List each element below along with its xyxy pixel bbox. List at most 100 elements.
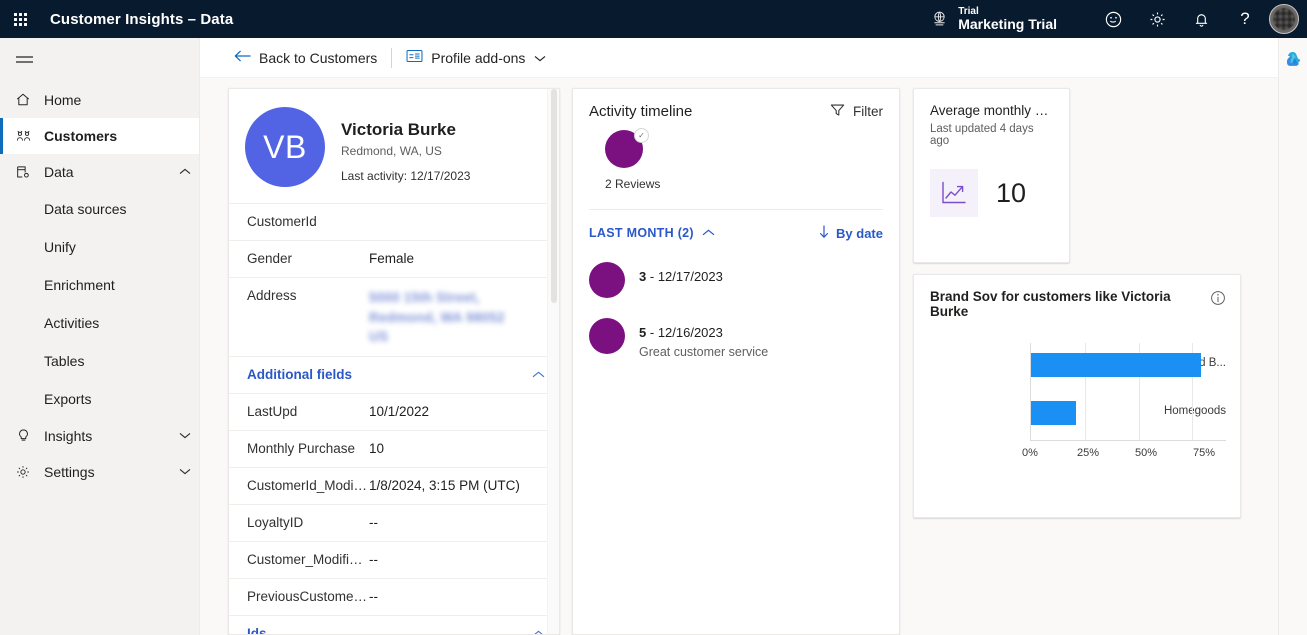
field-row: LastUpd 10/1/2022 — [229, 393, 559, 430]
field-row: CustomerId — [229, 203, 559, 240]
field-row: CustomerId_Modifie... 1/8/2024, 3:15 PM … — [229, 467, 559, 504]
sidebar-subitem-activities[interactable]: Activities — [0, 304, 199, 342]
feedback-smiley-icon[interactable] — [1091, 0, 1135, 38]
chart-header: Brand Sov for customers like Victoria Bu… — [930, 289, 1226, 319]
sidebar-subitem-label: Enrichment — [44, 277, 115, 293]
chart-bar-row — [1031, 401, 1218, 425]
kpi-value: 10 — [996, 178, 1026, 209]
profile-addons-label: Profile add-ons — [431, 50, 525, 66]
hamburger-icon[interactable] — [0, 38, 48, 82]
right-rail — [1278, 38, 1307, 635]
sidebar-subitem-label: Data sources — [44, 201, 126, 217]
timeline-summary[interactable]: ✓ 2 Reviews — [589, 120, 883, 195]
sidebar-item-label: Customers — [44, 128, 199, 144]
sidebar-subitem-enrichment[interactable]: Enrichment — [0, 266, 199, 304]
kpi-title: Average monthly pu... — [930, 103, 1055, 118]
info-icon[interactable] — [1210, 290, 1226, 311]
chevron-up-icon[interactable] — [171, 168, 199, 176]
gear-icon[interactable] — [1135, 0, 1179, 38]
sidebar-subitem-data-sources[interactable]: Data sources — [0, 190, 199, 228]
arrow-left-icon — [234, 49, 251, 66]
timeline-entry[interactable]: 3 - 12/17/2023 — [589, 252, 883, 308]
field-row: PreviousCustomerId -- — [229, 578, 559, 615]
customer-profile-card: VB Victoria Burke Redmond, WA, US Last a… — [228, 88, 560, 635]
profile-card-scrollbar[interactable] — [547, 89, 559, 634]
brand-sov-chart-card: Brand Sov for customers like Victoria Bu… — [913, 274, 1241, 518]
field-key: CustomerId — [247, 214, 369, 229]
chevron-down-icon[interactable] — [171, 468, 199, 476]
section-additional-fields[interactable]: Additional fields — [229, 356, 559, 393]
chart-plot-area — [1030, 343, 1218, 441]
sidebar-subitem-label: Tables — [44, 353, 84, 369]
header-actions: Trial Marketing Trial — [926, 0, 1307, 38]
field-key: Address — [247, 288, 369, 303]
timeline-entry-note: Great customer service — [639, 345, 768, 359]
trial-indicator[interactable]: Trial Marketing Trial — [926, 6, 1057, 33]
timeline-entry-title: 3 - 12/17/2023 — [639, 269, 723, 284]
back-to-customers-button[interactable]: Back to Customers — [234, 38, 377, 78]
chart-title: Brand Sov for customers like Victoria Bu… — [930, 289, 1210, 319]
timeline-entry-title: 5 - 12/16/2023 — [639, 325, 768, 340]
timeline-entry-separator: - — [650, 269, 658, 284]
chart-x-tick: 75% — [1193, 447, 1215, 459]
review-dot-icon — [589, 318, 625, 354]
chevron-up-icon[interactable] — [702, 224, 715, 242]
timeline-entry-rating: 3 — [639, 269, 646, 284]
timeline-entry-rating: 5 — [639, 325, 646, 340]
field-row: Customer_Modified... -- — [229, 541, 559, 578]
app-launcher-icon[interactable] — [0, 0, 40, 38]
sidebar-item-home[interactable]: Home — [0, 82, 199, 118]
section-ids[interactable]: Ids — [229, 615, 559, 635]
account-avatar[interactable] — [1269, 4, 1299, 34]
chart-x-tick: 50% — [1135, 447, 1157, 459]
help-icon[interactable]: ? — [1223, 0, 1267, 38]
field-value: 1/8/2024, 3:15 PM (UTC) — [369, 478, 545, 493]
command-separator — [391, 48, 392, 68]
command-bar: Back to Customers Profile add-ons — [200, 38, 1278, 78]
copilot-icon[interactable] — [1279, 38, 1307, 78]
timeline-group-toggle[interactable]: LAST MONTH (2) — [589, 224, 715, 242]
field-row: LoyaltyID -- — [229, 504, 559, 541]
sidebar-item-insights[interactable]: Insights — [0, 418, 199, 454]
sidebar-item-customers[interactable]: Customers — [0, 118, 199, 154]
profile-addons-button[interactable]: Profile add-ons — [406, 38, 546, 78]
section-title: Additional fields — [247, 367, 352, 382]
review-dot-icon — [589, 262, 625, 298]
field-value: -- — [369, 589, 545, 604]
chart-bar[interactable] — [1031, 401, 1076, 425]
reviews-count-label: 2 Reviews — [605, 177, 883, 191]
kpi-subtitle: Last updated 4 days ago — [930, 123, 1055, 147]
sidebar-item-data[interactable]: Data — [0, 154, 199, 190]
field-value: 10/1/2022 — [369, 404, 545, 419]
sidebar-item-label: Insights — [44, 428, 171, 444]
field-key: PreviousCustomerId — [247, 589, 369, 604]
timeline-entry[interactable]: 5 - 12/16/2023 Great customer service — [589, 308, 883, 369]
arrow-down-icon — [819, 225, 829, 242]
sidebar-item-settings[interactable]: Settings — [0, 454, 199, 490]
sidebar-subitem-tables[interactable]: Tables — [0, 342, 199, 380]
chart-bar[interactable] — [1031, 353, 1201, 377]
field-value: Female — [369, 251, 545, 266]
timeline-filter-label: Filter — [853, 104, 883, 119]
timeline-sort-button[interactable]: By date — [819, 225, 883, 242]
sidebar-subitem-label: Unify — [44, 239, 76, 255]
field-value: -- — [369, 515, 545, 530]
app-title[interactable]: Customer Insights – Data — [50, 11, 233, 28]
back-to-customers-label: Back to Customers — [259, 50, 377, 66]
timeline-filter-button[interactable]: Filter — [830, 103, 883, 120]
chevron-down-icon[interactable] — [534, 50, 546, 66]
average-monthly-purchase-card: Average monthly pu... Last updated 4 day… — [913, 88, 1070, 263]
gear-icon — [12, 462, 34, 482]
addons-card-icon — [406, 49, 423, 66]
field-row: Monthly Purchase 10 — [229, 430, 559, 467]
field-row: Gender Female — [229, 240, 559, 277]
chevron-up-icon[interactable] — [532, 625, 545, 635]
bell-icon[interactable] — [1179, 0, 1223, 38]
chevron-up-icon[interactable] — [532, 366, 545, 384]
scrollbar-thumb[interactable] — [551, 89, 557, 303]
timeline-entry-date: 12/16/2023 — [658, 325, 723, 340]
sidebar-subitem-unify[interactable]: Unify — [0, 228, 199, 266]
chevron-down-icon[interactable] — [171, 432, 199, 440]
sidebar-subitem-exports[interactable]: Exports — [0, 380, 199, 418]
page-title: Victoria Burke — [341, 120, 470, 140]
